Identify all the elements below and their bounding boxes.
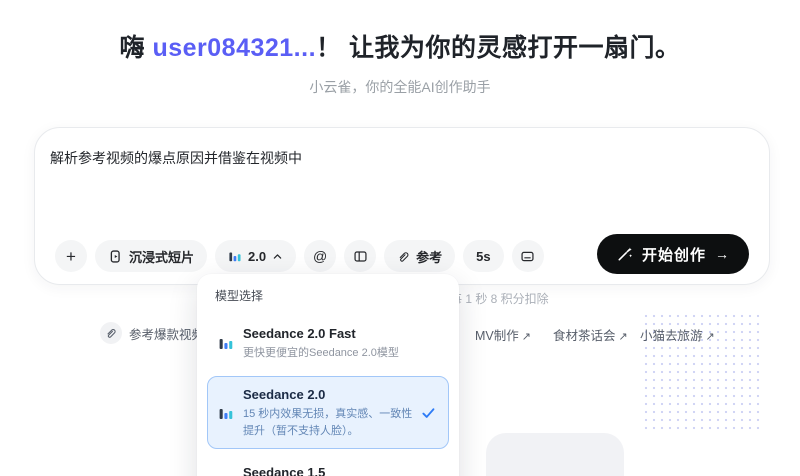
start-create-label: 开始创作 <box>642 244 706 265</box>
caption-button[interactable] <box>512 240 544 272</box>
greeting-prefix: 嗨 <box>120 34 153 62</box>
magic-wand-icon <box>617 246 633 262</box>
username: user084321... <box>152 34 316 62</box>
model-version-label: 2.0 <box>248 249 266 264</box>
arrow-up-right-icon: ↗ <box>706 331 715 343</box>
at-icon: @ <box>313 248 327 264</box>
composer-toolbar: + 沉浸式短片 2.0 @ <box>55 240 544 272</box>
reference-button[interactable]: 参考 <box>384 240 455 272</box>
duration-label: 5s <box>476 249 490 264</box>
paperclip-icon <box>397 250 410 263</box>
suggestion-label: 参考爆款视频 <box>129 324 204 343</box>
menu-header: 模型选择 <box>215 287 449 304</box>
model-description: 15 秒内效果无损，真实感、一致性提升（暂不支持人脸）。 <box>243 406 418 439</box>
arrow-up-right-icon: ↗ <box>619 331 628 343</box>
duration-button[interactable]: 5s <box>463 240 503 272</box>
model-option-seedance-2-0[interactable]: Seedance 2.0 15 秒内效果无损，真实感、一致性提升（暂不支持人脸）… <box>207 376 449 449</box>
app-canvas: 嗨 user084321...！ 让我为你的灵感打开一扇门。 小云雀，你的全能A… <box>0 0 800 476</box>
suggestion-label: MV制作 <box>475 329 519 343</box>
model-option-seedance-1-5[interactable]: Seedance 1.5 音画直出，轻松打造沉浸式短片 <box>207 454 449 476</box>
model-description: 更快更便宜的Seedance 2.0模型 <box>243 345 438 362</box>
bottom-card-edge <box>486 433 624 476</box>
plus-icon: + <box>66 248 76 265</box>
arrow-right-icon: → <box>715 246 729 262</box>
bar-chart-icon <box>228 249 242 263</box>
greeting-suffix: ！ 让我为你的灵感打开一扇门。 <box>316 34 680 62</box>
suggestion-cat-travel[interactable]: 小猫去旅游↗ <box>640 325 715 344</box>
prompt-card: 解析参考视频的爆点原因并借鉴在视频中 + 沉浸式短片 2.0 <box>34 127 770 285</box>
immersive-short-film-button[interactable]: 沉浸式短片 <box>95 240 207 272</box>
bar-chart-icon <box>218 405 234 421</box>
suggestion-label: 食材茶话会 <box>553 329 616 343</box>
suggestion-label: 小猫去旅游 <box>640 329 703 343</box>
caption-icon <box>520 249 535 264</box>
mention-button[interactable]: @ <box>304 240 336 272</box>
model-version-button[interactable]: 2.0 <box>215 240 296 272</box>
bar-chart-icon <box>218 335 234 351</box>
assistant-tagline: 小云雀，你的全能AI创作助手 <box>0 77 800 97</box>
reference-label: 参考 <box>416 247 442 266</box>
portrait-video-icon <box>108 249 123 264</box>
model-name: Seedance 2.0 Fast <box>243 325 438 344</box>
frame-button[interactable] <box>344 240 376 272</box>
suggestion-food-tea-party[interactable]: 食材茶话会↗ <box>553 325 628 344</box>
model-select-menu: 模型选择 Seedance 2.0 Fast 更快更便宜的Seedance 2.… <box>197 274 459 476</box>
suggestion-mv-production[interactable]: MV制作↗ <box>475 325 531 344</box>
paperclip-bubble-icon <box>100 322 122 344</box>
frame-icon <box>353 249 368 264</box>
model-name: Seedance 1.5 <box>243 464 438 476</box>
start-create-button[interactable]: 开始创作 → <box>597 234 749 274</box>
add-attachment-button[interactable]: + <box>55 240 87 272</box>
model-name: Seedance 2.0 <box>243 386 418 405</box>
immersive-label: 沉浸式短片 <box>129 247 194 266</box>
page-title: 嗨 user084321...！ 让我为你的灵感打开一扇门。 <box>0 28 800 64</box>
check-icon <box>421 405 436 420</box>
arrow-up-right-icon: ↗ <box>522 331 531 343</box>
model-option-seedance-2-0-fast[interactable]: Seedance 2.0 Fast 更快更便宜的Seedance 2.0模型 <box>207 315 449 371</box>
chevron-up-icon <box>272 251 283 262</box>
credit-cost-note: 每 1 秒 8 积分扣除 <box>450 290 549 307</box>
prompt-input[interactable]: 解析参考视频的爆点原因并借鉴在视频中 <box>50 148 749 169</box>
